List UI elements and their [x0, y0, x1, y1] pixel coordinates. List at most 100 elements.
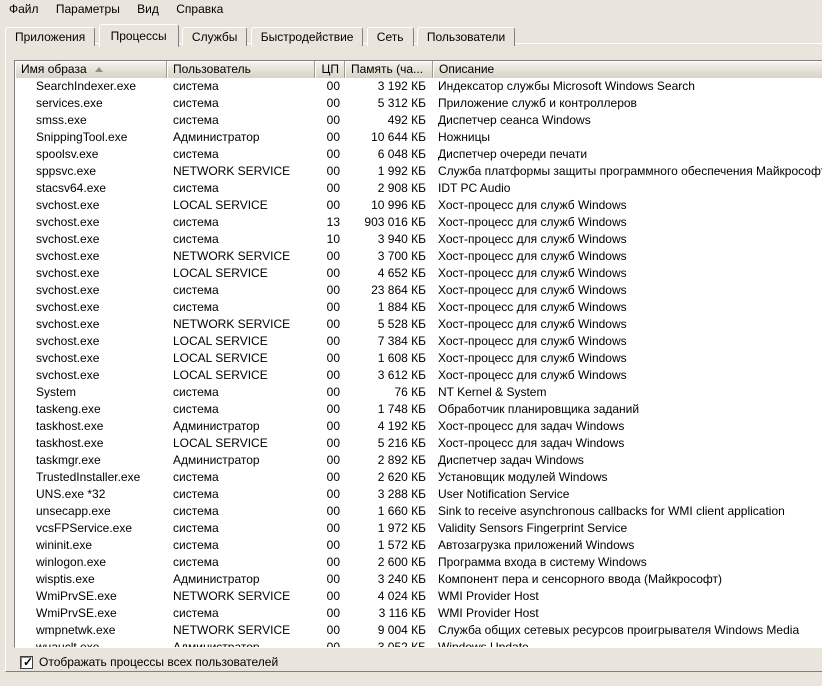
- table-row[interactable]: stacsv64.exeсистема002 908 КБIDT PC Audi…: [15, 180, 822, 197]
- table-row[interactable]: svchost.exeNETWORK SERVICE005 528 КБХост…: [15, 316, 822, 333]
- cell-user-name: система: [167, 537, 315, 554]
- cell-user-name: NETWORK SERVICE: [167, 163, 315, 180]
- table-row[interactable]: UNS.exe *32система003 288 КБUser Notific…: [15, 486, 822, 503]
- cell-cpu: 10: [315, 231, 345, 248]
- column-header-user[interactable]: Пользователь: [167, 61, 315, 78]
- column-header-image-name[interactable]: Имя образа: [15, 61, 167, 78]
- cell-cpu: 00: [315, 163, 345, 180]
- table-row[interactable]: sppsvc.exeNETWORK SERVICE001 992 КБСлужб…: [15, 163, 822, 180]
- cell-user-name: LOCAL SERVICE: [167, 435, 315, 452]
- cell-description: Validity Sensors Fingerprint Service: [433, 520, 822, 537]
- column-header-description[interactable]: Описание: [433, 61, 822, 78]
- table-row[interactable]: vcsFPService.exeсистема001 972 КБValidit…: [15, 520, 822, 537]
- cell-memory: 1 748 КБ: [345, 401, 433, 418]
- cell-memory: 3 612 КБ: [345, 367, 433, 384]
- table-row[interactable]: spoolsv.exeсистема006 048 КБДиспетчер оч…: [15, 146, 822, 163]
- table-row[interactable]: svchost.exeLOCAL SERVICE007 384 КБХост-п…: [15, 333, 822, 350]
- cell-cpu: 00: [315, 639, 345, 648]
- cell-memory: 6 048 КБ: [345, 146, 433, 163]
- cell-cpu: 00: [315, 435, 345, 452]
- cell-cpu: 00: [315, 384, 345, 401]
- show-all-users-checkbox[interactable]: ✓: [20, 656, 33, 669]
- table-row[interactable]: svchost.exeNETWORK SERVICE003 700 КБХост…: [15, 248, 822, 265]
- table-row[interactable]: smss.exeсистема00492 КБДиспетчер сеанса …: [15, 112, 822, 129]
- cell-image-name: svchost.exe: [15, 367, 167, 384]
- menu-item-file[interactable]: Файл: [2, 1, 46, 17]
- cell-memory: 3 940 КБ: [345, 231, 433, 248]
- cell-memory: 5 216 КБ: [345, 435, 433, 452]
- table-row[interactable]: svchost.exeLOCAL SERVICE001 608 КБХост-п…: [15, 350, 822, 367]
- cell-description: IDT PC Audio: [433, 180, 822, 197]
- cell-memory: 10 644 КБ: [345, 129, 433, 146]
- cell-memory: 2 620 КБ: [345, 469, 433, 486]
- cell-user-name: NETWORK SERVICE: [167, 248, 315, 265]
- cell-cpu: 00: [315, 333, 345, 350]
- table-row[interactable]: services.exeсистема005 312 КБПриложение …: [15, 95, 822, 112]
- cell-memory: 4 024 КБ: [345, 588, 433, 605]
- table-row[interactable]: wuauclt.exeАдминистратор003 052 КБWindow…: [15, 639, 822, 648]
- table-row[interactable]: SearchIndexer.exeсистема003 192 КБИндекс…: [15, 78, 822, 95]
- cell-user-name: LOCAL SERVICE: [167, 197, 315, 214]
- menu-item-help[interactable]: Справка: [169, 1, 230, 17]
- cell-user-name: система: [167, 78, 315, 95]
- cell-description: Хост-процесс для задач Windows: [433, 435, 822, 452]
- table-row[interactable]: unsecapp.exeсистема001 660 КБSink to rec…: [15, 503, 822, 520]
- tab-processes[interactable]: Процессы: [99, 24, 179, 47]
- table-row[interactable]: taskeng.exeсистема001 748 КБОбработчик п…: [15, 401, 822, 418]
- table-row[interactable]: svchost.exeсистема0023 864 КБХост-процес…: [15, 282, 822, 299]
- table-row[interactable]: taskhost.exeАдминистратор004 192 КБХост-…: [15, 418, 822, 435]
- menu-item-options[interactable]: Параметры: [49, 1, 127, 17]
- table-row[interactable]: wmpnetwk.exeNETWORK SERVICE009 004 КБСлу…: [15, 622, 822, 639]
- table-row[interactable]: WmiPrvSE.exeсистема003 116 КБWMI Provide…: [15, 605, 822, 622]
- cell-description: WMI Provider Host: [433, 588, 822, 605]
- process-table: Имя образа Пользователь ЦП Память (ча...…: [14, 60, 822, 648]
- table-row[interactable]: wisptis.exeАдминистратор003 240 КБКомпон…: [15, 571, 822, 588]
- cell-cpu: 00: [315, 146, 345, 163]
- tab-applications[interactable]: Приложения: [5, 27, 95, 46]
- cell-description: Индексатор службы Microsoft Windows Sear…: [433, 78, 822, 95]
- cell-image-name: sppsvc.exe: [15, 163, 167, 180]
- table-row[interactable]: svchost.exeLOCAL SERVICE003 612 КБХост-п…: [15, 367, 822, 384]
- cell-memory: 9 004 КБ: [345, 622, 433, 639]
- table-row[interactable]: TrustedInstaller.exeсистема002 620 КБУст…: [15, 469, 822, 486]
- table-row[interactable]: svchost.exeсистема13903 016 КБХост-проце…: [15, 214, 822, 231]
- table-row[interactable]: svchost.exeLOCAL SERVICE0010 996 КБХост-…: [15, 197, 822, 214]
- tab-services[interactable]: Службы: [182, 27, 247, 46]
- cell-image-name: WmiPrvSE.exe: [15, 605, 167, 622]
- table-row[interactable]: WmiPrvSE.exeNETWORK SERVICE004 024 КБWMI…: [15, 588, 822, 605]
- cell-memory: 1 992 КБ: [345, 163, 433, 180]
- cell-image-name: SnippingTool.exe: [15, 129, 167, 146]
- table-row[interactable]: wininit.exeсистема001 572 КБАвтозагрузка…: [15, 537, 822, 554]
- show-all-users-label[interactable]: Отображать процессы всех пользователей: [39, 655, 278, 669]
- tab-network[interactable]: Сеть: [367, 27, 414, 46]
- table-row[interactable]: svchost.exeсистема103 940 КБХост-процесс…: [15, 231, 822, 248]
- table-row[interactable]: svchost.exeLOCAL SERVICE004 652 КБХост-п…: [15, 265, 822, 282]
- sort-ascending-icon: [95, 67, 103, 72]
- cell-description: Автозагрузка приложений Windows: [433, 537, 822, 554]
- table-row[interactable]: svchost.exeсистема001 884 КБХост-процесс…: [15, 299, 822, 316]
- table-row[interactable]: SnippingTool.exeАдминистратор0010 644 КБ…: [15, 129, 822, 146]
- tab-performance[interactable]: Быстродействие: [251, 27, 364, 46]
- cell-description: Компонент пера и сенсорного ввода (Майкр…: [433, 571, 822, 588]
- cell-image-name: taskmgr.exe: [15, 452, 167, 469]
- cell-memory: 3 700 КБ: [345, 248, 433, 265]
- cell-cpu: 00: [315, 622, 345, 639]
- table-row[interactable]: winlogon.exeсистема002 600 КБПрограмма в…: [15, 554, 822, 571]
- table-row[interactable]: taskhost.exeLOCAL SERVICE005 216 КБХост-…: [15, 435, 822, 452]
- cell-image-name: svchost.exe: [15, 333, 167, 350]
- cell-user-name: LOCAL SERVICE: [167, 333, 315, 350]
- cell-cpu: 00: [315, 248, 345, 265]
- cell-memory: 4 192 КБ: [345, 418, 433, 435]
- cell-description: Программа входа в систему Windows: [433, 554, 822, 571]
- cell-description: Хост-процесс для служб Windows: [433, 350, 822, 367]
- menu-item-view[interactable]: Вид: [130, 1, 166, 17]
- cell-memory: 10 996 КБ: [345, 197, 433, 214]
- tab-users[interactable]: Пользователи: [417, 27, 515, 46]
- column-header-cpu[interactable]: ЦП: [315, 61, 345, 78]
- cell-user-name: система: [167, 503, 315, 520]
- cell-memory: 2 908 КБ: [345, 180, 433, 197]
- footer-bar: ✓ Отображать процессы всех пользователей: [20, 654, 278, 670]
- table-row[interactable]: taskmgr.exeАдминистратор002 892 КБДиспет…: [15, 452, 822, 469]
- column-header-memory[interactable]: Память (ча...: [345, 61, 433, 78]
- table-row[interactable]: Systemсистема0076 КБNT Kernel & System: [15, 384, 822, 401]
